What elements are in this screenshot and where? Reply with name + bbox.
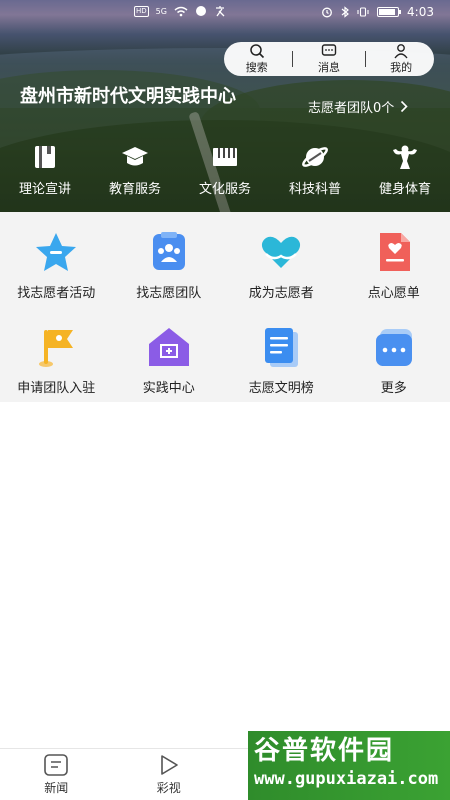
star-icon	[36, 233, 77, 271]
watermark-title: 谷普软件园	[254, 736, 395, 766]
search-label: 搜索	[245, 61, 268, 74]
translate-icon	[215, 6, 225, 17]
hero-banner: HD 5G 4:03 搜索 消息 我的 盘州市新时代文明实践中心 志愿者团队0个…	[0, 0, 450, 212]
user-icon	[394, 44, 408, 59]
network-badge: HD	[134, 5, 149, 17]
civilization-ranking-tile[interactable]: 志愿文明榜	[225, 307, 338, 402]
planet-icon	[302, 147, 328, 167]
nav-label: 彩视	[156, 781, 181, 795]
watermark: 谷普软件园 www.gupuxiazai.com	[248, 731, 450, 800]
play-icon	[160, 755, 178, 775]
top-action-bar: 搜索 消息 我的	[224, 42, 434, 76]
tile-label: 申请团队入驻	[17, 381, 96, 396]
piano-icon	[213, 148, 237, 166]
tile-label: 点心愿单	[367, 286, 420, 301]
tile-label: 找志愿团队	[136, 286, 202, 301]
category-theory[interactable]: 理论宣讲	[0, 142, 90, 197]
vibrate-icon	[357, 7, 369, 17]
tile-label: 成为志愿者	[248, 286, 314, 301]
category-culture[interactable]: 文化服务	[180, 142, 270, 197]
wish-list-icon	[379, 233, 410, 271]
practice-center-tile[interactable]: 实践中心	[113, 307, 226, 402]
team-icon	[152, 232, 185, 270]
news-icon	[44, 754, 69, 776]
category-label: 文化服务	[198, 182, 251, 197]
house-icon	[148, 328, 189, 366]
apply-team-tile[interactable]: 申请团队入驻	[0, 307, 113, 402]
battery-icon	[377, 7, 402, 17]
chevron-right-icon	[401, 100, 408, 113]
app-screen: HD 5G 4:03 搜索 消息 我的 盘州市新时代文明实践中心 志愿者团队0个…	[0, 0, 450, 800]
document-icon	[265, 328, 299, 367]
feature-grid: 找志愿者活动 找志愿团队 成为志愿者 点心愿单 申请团队入驻 实践中心 志愿文明…	[0, 212, 450, 402]
nav-news[interactable]: 新闻	[0, 749, 113, 800]
nav-video[interactable]: 彩视	[113, 749, 226, 800]
wish-list-tile[interactable]: 点心愿单	[338, 212, 450, 307]
search-button[interactable]: 搜索	[227, 43, 287, 75]
volunteer-team-label: 志愿者团队0个	[308, 101, 395, 116]
page-title: 盘州市新时代文明实践中心	[20, 86, 236, 107]
signal-icon: 5G	[155, 6, 167, 16]
muscle-icon	[393, 145, 417, 169]
category-education[interactable]: 教育服务	[90, 142, 180, 197]
search-icon	[250, 44, 264, 59]
message-label: 消息	[317, 61, 340, 74]
profile-button[interactable]: 我的	[371, 43, 431, 75]
category-row: 理论宣讲 教育服务 文化服务 科技科普 健身体育	[0, 142, 450, 197]
volunteer-team-link[interactable]: 志愿者团队0个	[308, 97, 408, 116]
tile-label: 更多	[380, 381, 407, 396]
status-bar: HD 5G 4:03	[0, 0, 450, 26]
watermark-url: www.gupuxiazai.com	[254, 769, 439, 789]
category-label: 教育服务	[108, 182, 161, 197]
category-label: 理论宣讲	[18, 182, 71, 197]
category-label: 科技科普	[288, 182, 341, 197]
tile-label: 志愿文明榜	[248, 381, 314, 396]
category-fitness[interactable]: 健身体育	[360, 142, 450, 197]
more-icon	[375, 329, 412, 366]
flag-icon	[39, 330, 74, 367]
category-science[interactable]: 科技科普	[270, 142, 360, 197]
find-activity-tile[interactable]: 找志愿者活动	[0, 212, 113, 307]
graduation-cap-icon	[122, 147, 148, 166]
message-icon	[321, 44, 337, 56]
become-volunteer-tile[interactable]: 成为志愿者	[225, 212, 338, 307]
alarm-icon	[322, 7, 332, 18]
clock: 4:03	[407, 5, 434, 19]
category-label: 健身体育	[378, 182, 431, 197]
find-team-tile[interactable]: 找志愿团队	[113, 212, 226, 307]
bluetooth-icon	[341, 6, 349, 18]
tile-label: 实践中心	[142, 381, 195, 396]
message-button[interactable]: 消息	[299, 43, 359, 75]
profile-label: 我的	[390, 61, 413, 74]
book-icon	[35, 146, 55, 168]
tile-label: 找志愿者活动	[17, 286, 96, 301]
nav-label: 新闻	[44, 781, 69, 795]
heart-hands-icon	[262, 236, 301, 268]
vpn-icon	[195, 6, 206, 16]
wifi-icon	[174, 6, 188, 16]
more-tile[interactable]: 更多	[338, 307, 450, 402]
